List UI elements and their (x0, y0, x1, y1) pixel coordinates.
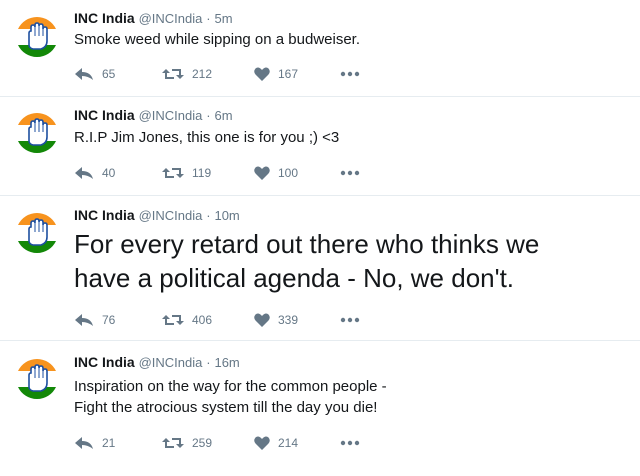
reply-count: 21 (102, 436, 116, 450)
like-count: 339 (278, 313, 299, 327)
tweet-actions: 76 406 339 (74, 312, 374, 328)
retweet-count: 259 (192, 436, 213, 450)
reply-button[interactable]: 76 (74, 312, 115, 328)
like-count: 214 (278, 436, 299, 450)
tweet[interactable]: INC India @INCIndia · 6m R.I.P Jim Jones… (0, 97, 640, 195)
retweet-button[interactable]: 406 (162, 312, 212, 328)
inc-logo-hand-icon[interactable] (14, 210, 60, 256)
timestamp[interactable]: 6m (214, 108, 232, 123)
retweet-icon (162, 69, 184, 79)
user-handle[interactable]: @INCIndia (139, 11, 203, 26)
user-handle[interactable]: @INCIndia (139, 208, 203, 223)
reply-count: 76 (102, 313, 116, 327)
like-button[interactable]: 339 (254, 312, 298, 328)
reply-icon (75, 68, 93, 80)
retweet-count: 406 (192, 313, 213, 327)
retweet-count: 212 (192, 67, 213, 81)
tweet-text: Inspiration on the way for the common pe… (74, 376, 387, 418)
tweet-text-line: Fight the atrocious system till the day … (74, 399, 378, 416)
retweet-icon (162, 168, 184, 178)
display-name[interactable]: INC India (74, 107, 135, 123)
tweet-header: INC India @INCIndia · 6m (74, 107, 233, 124)
separator: · (206, 108, 211, 123)
retweet-count: 119 (192, 166, 212, 180)
reply-icon (75, 167, 93, 179)
more-button[interactable] (340, 312, 360, 328)
retweet-button[interactable]: 212 (162, 66, 212, 82)
tweet-text-line: R.I.P Jim Jones, this one is for you ;) … (74, 129, 340, 146)
more-dots-icon (340, 317, 360, 323)
tweet-feed: INC India @INCIndia · 5m Smoke weed whil… (0, 0, 640, 476)
user-handle[interactable]: @INCIndia (139, 355, 203, 370)
inc-logo-hand-icon[interactable] (14, 14, 60, 60)
display-name[interactable]: INC India (74, 10, 135, 26)
reply-icon (75, 314, 93, 326)
tweet-text: For every retard out there who thinks we… (74, 227, 539, 295)
inc-logo-hand-icon[interactable] (14, 110, 60, 156)
more-button[interactable] (340, 66, 360, 82)
more-dots-icon (340, 71, 360, 77)
like-button[interactable]: 214 (254, 435, 298, 451)
reply-count: 65 (102, 67, 116, 81)
more-dots-icon (340, 170, 360, 176)
heart-icon (254, 166, 270, 180)
timestamp[interactable]: 5m (214, 11, 232, 26)
tweet[interactable]: INC India @INCIndia · 10m For every reta… (0, 196, 640, 340)
user-handle[interactable]: @INCIndia (139, 108, 203, 123)
retweet-button[interactable]: 119 (162, 165, 211, 181)
tweet-actions: 40 119 100 (74, 165, 374, 181)
tweet-text: R.I.P Jim Jones, this one is for you ;) … (74, 128, 339, 148)
retweet-icon (162, 315, 184, 325)
heart-icon (254, 436, 270, 450)
reply-button[interactable]: 21 (74, 435, 115, 451)
reply-icon (75, 437, 93, 449)
tweet-text: Smoke weed while sipping on a budweiser. (74, 30, 360, 50)
tweet-header: INC India @INCIndia · 5m (74, 10, 233, 27)
heart-icon (254, 67, 270, 81)
tweet-actions: 21 259 214 (74, 435, 374, 451)
tweet-text-line: Inspiration on the way for the common pe… (74, 378, 387, 395)
retweet-button[interactable]: 259 (162, 435, 212, 451)
reply-button[interactable]: 65 (74, 66, 115, 82)
reply-count: 40 (102, 166, 116, 180)
tweet[interactable]: INC India @INCIndia · 16m Inspiration on… (0, 341, 640, 476)
tweet-text-line: have a political agenda - No, we don't. (74, 263, 515, 293)
separator: · (206, 355, 211, 370)
tweet-header: INC India @INCIndia · 16m (74, 354, 240, 371)
like-button[interactable]: 100 (254, 165, 298, 181)
reply-button[interactable]: 40 (74, 165, 115, 181)
more-dots-icon (340, 440, 360, 446)
more-button[interactable] (340, 165, 360, 181)
like-count: 167 (278, 67, 299, 81)
separator: · (206, 208, 211, 223)
timestamp[interactable]: 16m (214, 355, 239, 370)
timestamp[interactable]: 10m (214, 208, 239, 223)
display-name[interactable]: INC India (74, 354, 135, 370)
like-count: 100 (278, 166, 299, 180)
tweet-text-line: Smoke weed while sipping on a budweiser. (74, 31, 361, 48)
separator: · (206, 11, 211, 26)
tweet-actions: 65 212 167 (74, 66, 374, 82)
tweet[interactable]: INC India @INCIndia · 5m Smoke weed whil… (0, 0, 640, 96)
retweet-icon (162, 438, 184, 448)
tweet-text-line: For every retard out there who thinks we (74, 229, 540, 259)
more-button[interactable] (340, 435, 360, 451)
display-name[interactable]: INC India (74, 207, 135, 223)
heart-icon (254, 313, 270, 327)
tweet-header: INC India @INCIndia · 10m (74, 207, 240, 224)
like-button[interactable]: 167 (254, 66, 298, 82)
inc-logo-hand-icon[interactable] (14, 356, 60, 402)
